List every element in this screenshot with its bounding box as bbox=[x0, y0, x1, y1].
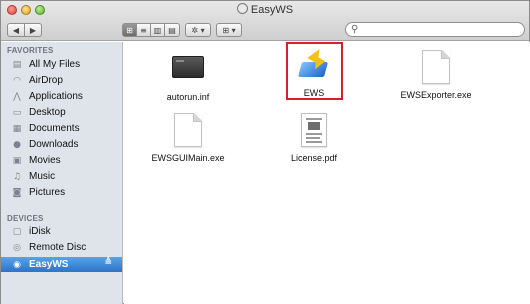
sidebar-item-label: Movies bbox=[29, 155, 61, 166]
sidebar-item-label: iDisk bbox=[29, 226, 51, 237]
file-autorun-inf[interactable]: autorun.inf bbox=[138, 52, 238, 102]
arrange-menu-button[interactable]: ⊞ ▾ bbox=[216, 23, 242, 37]
sidebar-item-desktop[interactable]: ▭ Desktop bbox=[1, 105, 122, 120]
file-label: EWSGUIMain.exe bbox=[151, 153, 225, 163]
pdf-icon bbox=[301, 113, 327, 147]
inf-file-icon bbox=[172, 56, 204, 78]
action-menu-button[interactable]: ✲ ▾ bbox=[185, 23, 211, 37]
drive-icon bbox=[236, 3, 248, 14]
sidebar: FAVORITES ▤ All My Files ◠ AirDrop ⋀ Applic… bbox=[1, 42, 123, 304]
file-license-pdf[interactable]: License.pdf bbox=[264, 113, 364, 163]
desktop-icon: ▭ bbox=[12, 107, 22, 118]
title-bar: EasyWS ◀ ▶ ⊞ ≡ ▥ ▤ ✲ ▾ ⊞ ▾ ⚲ bbox=[1, 1, 529, 41]
file-label: EWSExporter.exe bbox=[400, 90, 472, 100]
search-field[interactable]: ⚲ bbox=[345, 22, 525, 37]
finder-window: EasyWS ◀ ▶ ⊞ ≡ ▥ ▤ ✲ ▾ ⊞ ▾ ⚲ FAVORITES ▤… bbox=[0, 0, 530, 304]
sidebar-item-label: EasyWS bbox=[29, 259, 69, 270]
sidebar-item-all-my-files[interactable]: ▤ All My Files bbox=[1, 57, 122, 72]
sidebar-item-airdrop[interactable]: ◠ AirDrop bbox=[1, 73, 122, 88]
airdrop-icon: ◠ bbox=[13, 75, 21, 86]
sidebar-item-music[interactable]: ♫ Music bbox=[1, 169, 122, 184]
sidebar-item-remote-disc[interactable]: ◎ Remote Disc bbox=[1, 240, 122, 255]
sidebar-item-label: Desktop bbox=[29, 107, 66, 118]
file-label: EWS bbox=[303, 88, 325, 98]
sidebar-item-applications[interactable]: ⋀ Applications bbox=[1, 89, 122, 104]
applications-icon: ⋀ bbox=[13, 91, 21, 102]
window-title: EasyWS bbox=[1, 3, 529, 16]
ews-app-icon bbox=[297, 45, 331, 78]
sidebar-item-label: All My Files bbox=[29, 59, 81, 70]
file-label: License.pdf bbox=[290, 153, 338, 163]
downloads-icon: ● bbox=[13, 139, 21, 150]
file-label: autorun.inf bbox=[166, 92, 210, 102]
file-ewsexporter-exe[interactable]: EWSExporter.exe bbox=[386, 50, 486, 100]
file-ews[interactable]: EWS bbox=[264, 45, 364, 98]
document-icon bbox=[174, 113, 202, 147]
icon-view-button[interactable]: ⊞ bbox=[122, 23, 137, 37]
favorites-heading: FAVORITES bbox=[7, 46, 54, 55]
window-title-text: EasyWS bbox=[250, 4, 294, 16]
sidebar-item-movies[interactable]: ▣ Movies bbox=[1, 153, 122, 168]
music-icon: ♫ bbox=[12, 171, 22, 182]
sidebar-item-label: AirDrop bbox=[29, 75, 63, 86]
file-browser: autorun.inf EWS EWSExporter.exe EWSGUIMa… bbox=[124, 42, 530, 304]
sidebar-item-label: Downloads bbox=[29, 139, 79, 150]
drive-icon: ◉ bbox=[13, 259, 21, 270]
sidebar-item-easyws[interactable]: ◉ EasyWS ≜ bbox=[1, 257, 122, 272]
idisk-icon: ▢ bbox=[12, 226, 22, 237]
sidebar-item-documents[interactable]: ▦ Documents bbox=[1, 121, 122, 136]
document-icon bbox=[422, 50, 450, 84]
search-icon: ⚲ bbox=[351, 24, 359, 35]
back-button[interactable]: ◀ bbox=[7, 23, 25, 37]
sidebar-item-label: Pictures bbox=[29, 187, 66, 198]
column-view-button[interactable]: ▥ bbox=[150, 23, 165, 37]
coverflow-view-button[interactable]: ▤ bbox=[164, 23, 180, 37]
forward-button[interactable]: ▶ bbox=[24, 23, 42, 37]
devices-heading: DEVICES bbox=[7, 214, 44, 223]
sidebar-item-downloads[interactable]: ● Downloads bbox=[1, 137, 122, 152]
file-ewsguimain-exe[interactable]: EWSGUIMain.exe bbox=[138, 113, 238, 163]
remote-disc-icon: ◎ bbox=[13, 242, 21, 253]
sidebar-item-label: Applications bbox=[29, 91, 83, 102]
sidebar-item-idisk[interactable]: ▢ iDisk bbox=[1, 224, 122, 239]
sidebar-item-pictures[interactable]: ◙ Pictures bbox=[1, 185, 122, 200]
pictures-icon: ◙ bbox=[12, 187, 22, 198]
list-view-button[interactable]: ≡ bbox=[136, 23, 151, 37]
sidebar-item-label: Documents bbox=[29, 123, 80, 134]
movies-icon: ▣ bbox=[12, 155, 22, 166]
eject-icon[interactable]: ≜ bbox=[104, 258, 112, 268]
all-files-icon: ▤ bbox=[12, 59, 22, 70]
sidebar-item-label: Remote Disc bbox=[29, 242, 87, 253]
sidebar-item-label: Music bbox=[29, 171, 56, 182]
documents-icon: ▦ bbox=[12, 123, 22, 134]
